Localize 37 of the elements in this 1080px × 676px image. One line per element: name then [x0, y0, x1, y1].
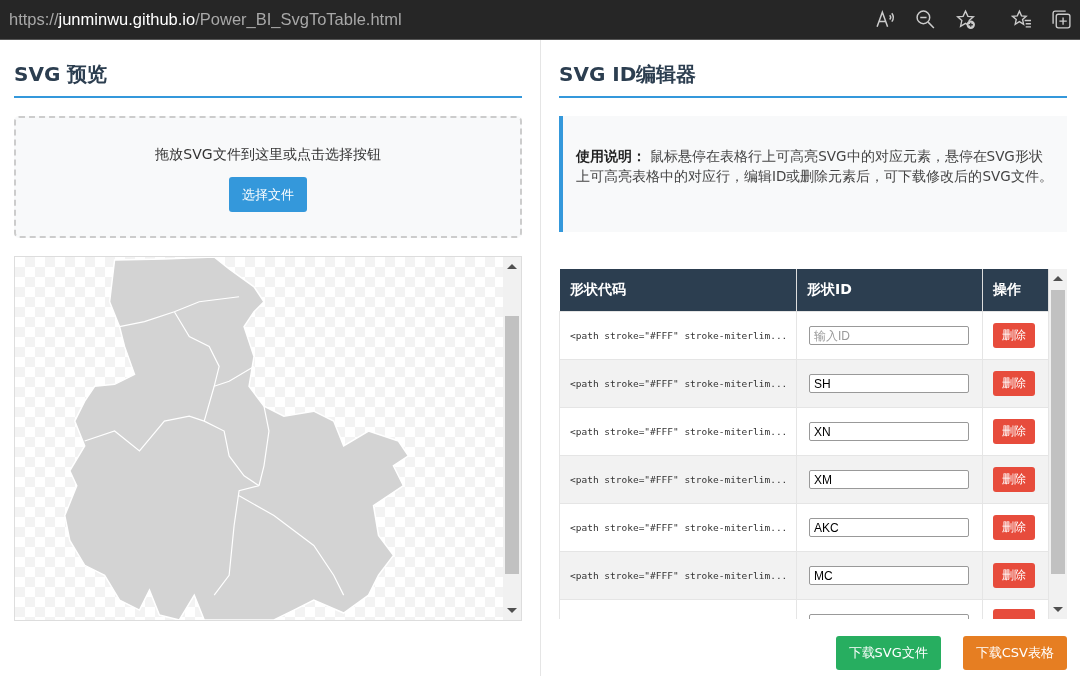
delete-button[interactable]: 删除 — [993, 418, 1035, 444]
column-header: 形状代码 — [559, 269, 797, 311]
address-bar-url[interactable]: https://junminwu.github.io/Power_BI_SvgToTable.html — [9, 10, 402, 29]
favorites-icon[interactable] — [1011, 9, 1032, 30]
delete-button[interactable]: 删除 — [993, 514, 1035, 540]
id-input-field[interactable]: AKC — [809, 518, 969, 538]
zoom-out-icon[interactable] — [915, 9, 936, 30]
delete-button[interactable]: 删除 — [993, 370, 1035, 396]
table-cell: <path stroke="#FFF" stroke-miterlim... — [559, 551, 797, 599]
id-input-field[interactable]: XN — [809, 422, 969, 442]
table-cell: <path stroke="#FFF" stroke-miterlim... — [559, 359, 797, 407]
instructions-text: 使用说明： 鼠标悬停在表格行上可高亮SVG中的对应元素，悬停在SVG形状上可高亮表格中的对应行，编辑ID或删除元素后，可下载修改后的SVG文件。 — [559, 116, 1067, 232]
table-cell: <path stroke="#FFF" stroke-miterlim... — [559, 407, 797, 455]
scrollbar[interactable] — [503, 257, 521, 620]
read-aloud-icon[interactable] — [875, 9, 896, 30]
add-favorite-icon[interactable] — [955, 9, 976, 30]
drop-hint: 拖放SVG文件到这里或点击选择按钮 — [155, 146, 381, 164]
choose-file-button[interactable]: 选择文件 — [229, 177, 307, 212]
table-cell: <path stroke="#FFF" stroke-miterlim... — [559, 503, 797, 551]
table-cell: <path stroke="#FFF" stroke-miterlim... — [559, 455, 797, 503]
id-input-field[interactable]: 输入ID — [809, 326, 969, 346]
delete-button[interactable]: 删除 — [993, 562, 1035, 588]
download-svg-button[interactable]: 下载SVG文件 — [835, 636, 941, 670]
download-csv-button[interactable]: 下载CSV表格 — [962, 636, 1067, 670]
collections-icon[interactable] — [1051, 9, 1072, 30]
column-header: 操作 — [982, 269, 1049, 311]
scrollbar[interactable] — [1049, 269, 1067, 619]
column-header: 形状ID — [796, 269, 983, 311]
panel-title: SVG ID编辑器 — [559, 62, 1067, 98]
id-input-field[interactable]: SH — [809, 374, 969, 394]
drop-zone[interactable]: 拖放SVG文件到这里或点击选择按钮 选择文件 — [14, 116, 522, 238]
delete-button[interactable]: 删除 — [993, 466, 1035, 492]
panel-title: SVG 预览 — [14, 62, 522, 98]
delete-button[interactable]: 删除 — [993, 322, 1035, 348]
id-input-field[interactable]: MC — [809, 566, 969, 586]
id-input-field[interactable]: XM — [809, 470, 969, 490]
table-cell: <path stroke="#FFF" stroke-miterlim... — [559, 311, 797, 359]
